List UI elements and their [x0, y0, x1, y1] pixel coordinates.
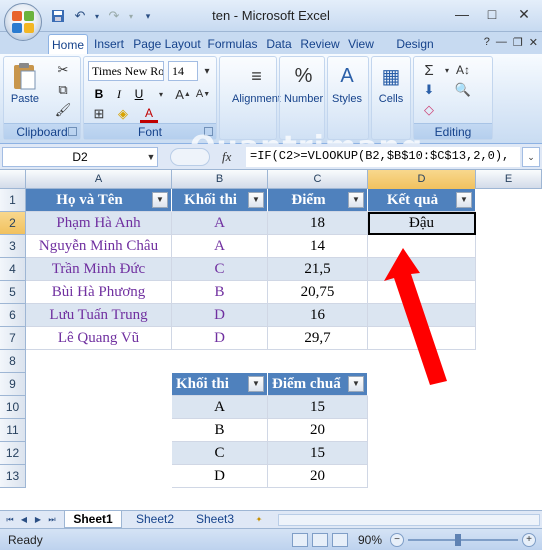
- insert-function-icon[interactable]: fx: [222, 149, 231, 165]
- clear-icon[interactable]: ◇: [420, 101, 438, 119]
- borders-icon[interactable]: ⊞: [90, 105, 108, 123]
- insert-sheet-icon[interactable]: ✦: [250, 514, 268, 526]
- first-sheet-icon[interactable]: ⏮: [4, 514, 16, 526]
- red-arrow-annotation: [384, 248, 447, 385]
- next-sheet-icon[interactable]: ▶: [32, 514, 44, 526]
- editing-group: Σ ▾ A↕ ⬇ 🔍 ◇ Editing: [413, 56, 493, 140]
- sheet-tab-bar: ⏮ ◀ ▶ ⏭ Sheet1 Sheet2 Sheet3 ✦: [0, 510, 542, 528]
- name-box-dropdown-icon[interactable]: ▼: [144, 147, 158, 167]
- zoom-slider-track[interactable]: [408, 539, 518, 541]
- editing-group-label: Editing: [414, 123, 492, 139]
- ribbon-restore-icon[interactable]: ❐: [513, 36, 523, 49]
- zoom-slider-thumb[interactable]: [454, 534, 461, 546]
- styles-icon: A: [340, 64, 354, 87]
- clipboard-launcher-icon[interactable]: [68, 127, 77, 136]
- page-break-view-icon[interactable]: [332, 533, 348, 547]
- sheet-tab-sheet2[interactable]: Sheet2: [126, 511, 184, 528]
- tab-insert[interactable]: Insert: [90, 34, 128, 54]
- copy-icon[interactable]: ⧉: [54, 81, 72, 99]
- tab-home[interactable]: Home: [48, 34, 88, 54]
- alignment-button[interactable]: ≡ Alignment: [232, 61, 281, 106]
- alignment-group: ≡ Alignment: [219, 56, 281, 140]
- underline-button[interactable]: U: [130, 85, 148, 103]
- font-group-label: Font: [84, 123, 216, 139]
- zoom-level[interactable]: 90%: [358, 533, 382, 547]
- tab-design[interactable]: Design: [380, 34, 450, 54]
- underline-dropdown-icon[interactable]: ▾: [152, 85, 170, 103]
- cut-icon[interactable]: ✂: [54, 61, 72, 79]
- title-bar: ↶ ▾ ↷ ▾ ▾ ten - Microsoft Excel — □ ✕: [0, 0, 542, 41]
- zoom-in-icon[interactable]: +: [522, 533, 536, 547]
- sheet-tab-sheet1[interactable]: Sheet1: [64, 511, 122, 528]
- alignment-label: Alignment: [232, 93, 281, 105]
- tab-data[interactable]: Data: [263, 34, 295, 54]
- font-size-select[interactable]: 14: [168, 61, 198, 81]
- tab-review[interactable]: Review: [298, 34, 342, 54]
- shrink-font-icon[interactable]: A ▼: [194, 85, 212, 103]
- help-icon[interactable]: ?: [484, 36, 490, 49]
- sheet-tab-sheet3[interactable]: Sheet3: [186, 511, 244, 528]
- status-bar: Ready 90% − +: [0, 528, 542, 550]
- ribbon-window-controls: ? — ❐ ✕: [484, 36, 538, 49]
- bold-button[interactable]: B: [90, 85, 108, 103]
- close-button[interactable]: ✕: [510, 4, 538, 24]
- font-color-button[interactable]: A: [140, 105, 158, 123]
- tab-view[interactable]: View: [345, 34, 377, 54]
- font-family-select[interactable]: Times New Ro: [88, 61, 164, 81]
- name-box[interactable]: D2: [2, 147, 158, 167]
- cells-label: Cells: [378, 93, 404, 105]
- cells-button[interactable]: ▦ Cells: [376, 61, 406, 106]
- horizontal-scrollbar[interactable]: [278, 514, 540, 526]
- paste-button[interactable]: Paste: [10, 61, 40, 105]
- formula-bar: D2 ▼ fx =IF(C2>=VLOOKUP(B2,$B$10:$C$13,2…: [0, 144, 542, 170]
- styles-group: A Styles: [327, 56, 369, 140]
- align-icon: ≡: [251, 65, 262, 86]
- grow-font-icon[interactable]: A ▲: [174, 85, 192, 103]
- office-logo-icon: [12, 11, 34, 33]
- find-select-icon[interactable]: 🔍: [454, 81, 472, 99]
- percent-icon: %: [294, 64, 313, 87]
- number-label: Number: [284, 93, 324, 105]
- expand-formula-bar-icon[interactable]: ⌄: [522, 147, 540, 167]
- ribbon: Paste ✂ ⧉ 🖌 Clipboard Times New Ro 14 ▾ …: [0, 54, 542, 165]
- number-button[interactable]: % Number: [284, 61, 324, 106]
- prev-sheet-icon[interactable]: ◀: [18, 514, 30, 526]
- tab-formulas[interactable]: Formulas: [205, 34, 260, 54]
- sort-filter-icon[interactable]: A↕: [454, 61, 472, 79]
- format-painter-icon[interactable]: 🖌: [54, 101, 72, 119]
- normal-view-icon[interactable]: [292, 533, 308, 547]
- italic-button[interactable]: I: [110, 85, 128, 103]
- ribbon-minimize-icon[interactable]: —: [496, 36, 507, 49]
- styles-button[interactable]: A Styles: [332, 61, 362, 106]
- zoom-out-icon[interactable]: −: [390, 533, 404, 547]
- maximize-button[interactable]: □: [478, 4, 506, 24]
- fill-color-icon[interactable]: ◈: [114, 105, 132, 123]
- minimize-button[interactable]: —: [448, 4, 476, 24]
- font-size-dropdown-icon[interactable]: ▾: [198, 62, 216, 80]
- formula-input[interactable]: =IF(C2>=VLOOKUP(B2,$B$10:$C$13,2,0),: [246, 147, 520, 167]
- cells-group: ▦ Cells: [371, 56, 411, 140]
- font-launcher-icon[interactable]: [204, 127, 213, 136]
- last-sheet-icon[interactable]: ⏭: [46, 514, 58, 526]
- paste-label: Paste: [10, 93, 40, 105]
- page-layout-view-icon[interactable]: [312, 533, 328, 547]
- formula-bar-splitter[interactable]: [170, 148, 210, 166]
- office-button[interactable]: [4, 3, 42, 41]
- worksheet-grid[interactable]: ABCDE 1 2 3 4 5 6 7 8 9 10 11 12 13 Họ và Tên ▼ Khối t…: [0, 170, 542, 510]
- font-group: Times New Ro 14 ▾ B I U ▾ A ▲ A ▼ ⊞ ◈ A Fo…: [83, 56, 217, 140]
- tab-page-layout[interactable]: Page Layout: [132, 34, 202, 54]
- status-ready: Ready: [8, 533, 43, 547]
- number-group: % Number: [279, 56, 325, 140]
- clipboard-group: Paste ✂ ⧉ 🖌 Clipboard: [3, 56, 81, 140]
- fill-icon[interactable]: ⬇: [420, 81, 438, 99]
- autosum-icon[interactable]: Σ: [420, 61, 438, 79]
- cells-icon: ▦: [381, 65, 401, 88]
- styles-label: Styles: [332, 93, 362, 105]
- ribbon-close-icon[interactable]: ✕: [529, 36, 538, 49]
- paste-icon: [10, 61, 40, 91]
- ribbon-tabs: Home Insert Page Layout Formulas Data Re…: [0, 32, 542, 54]
